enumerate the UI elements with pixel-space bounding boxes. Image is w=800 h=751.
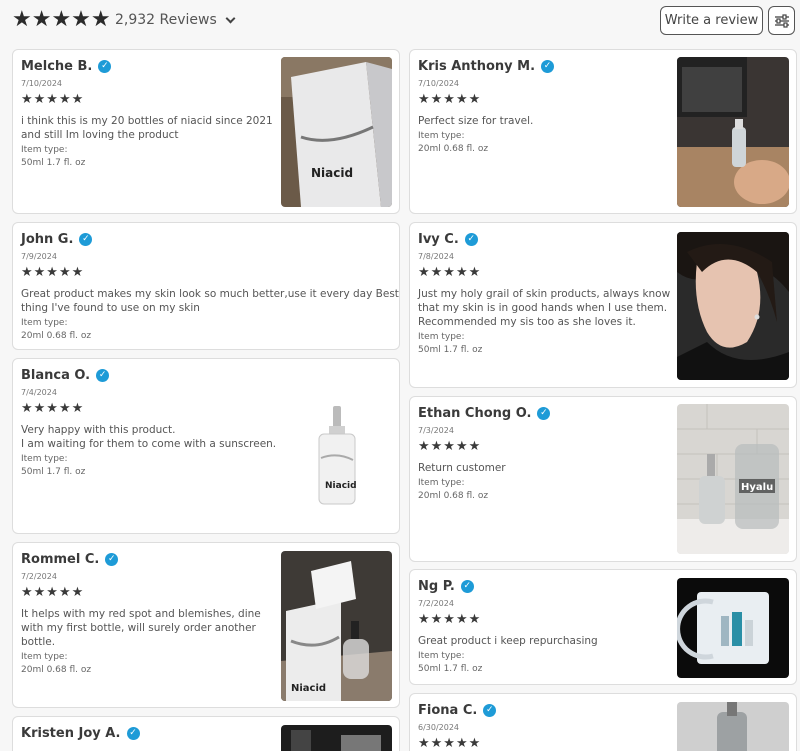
- review-date: 7/2/2024: [21, 572, 57, 581]
- verified-badge-icon: ✓: [105, 553, 119, 566]
- review-stars: ★★★★★: [418, 265, 482, 280]
- item-type-value: 50ml 1.7 fl. oz: [418, 664, 483, 674]
- item-type-label: Item type:: [418, 332, 465, 342]
- review-text: Very happy with this product. I am waiti…: [21, 424, 277, 450]
- verified-badge-icon: ✓: [483, 704, 497, 717]
- svg-text:Niacid: Niacid: [325, 481, 357, 491]
- review-card[interactable]: Ng P. ✓ 7/2/2024 ★★★★★ Great product i ke…: [409, 569, 797, 685]
- review-photo[interactable]: Hyalu: [677, 404, 789, 554]
- review-text: i think this is my 20 bottles of niacid …: [21, 115, 273, 141]
- reviewer-name: Kristen Joy A.: [21, 726, 121, 741]
- review-count-dropdown[interactable]: 2,932 Reviews: [115, 12, 236, 28]
- review-stars: ★★★★★: [21, 92, 85, 107]
- review-stars: ★★★★★: [418, 439, 482, 454]
- reviewer-name: Ethan Chong O.: [418, 406, 532, 421]
- review-card[interactable]: Melche B. ✓ 7/10/2024 ★★★★★ i think this …: [12, 49, 400, 214]
- write-review-button[interactable]: Write a review: [660, 6, 763, 35]
- review-photo[interactable]: [677, 578, 789, 678]
- item-type-value: 50ml 1.7 fl. oz: [21, 158, 86, 168]
- verified-badge-icon: ✓: [96, 369, 110, 382]
- verified-badge-icon: ✓: [541, 60, 555, 73]
- reviewer-name: Kris Anthony M.: [418, 59, 536, 74]
- review-card[interactable]: Blanca O. ✓ 7/4/2024 ★★★★★ Very happy wit…: [12, 358, 400, 534]
- reviewer-name: Fiona C.: [418, 703, 478, 718]
- item-type-label: Item type:: [21, 652, 68, 662]
- item-type-label: Item type:: [21, 145, 68, 155]
- reviewer-name: Melche B.: [21, 59, 93, 74]
- review-card[interactable]: Ethan Chong O. ✓ 7/3/2024 ★★★★★ Return cu…: [409, 396, 797, 562]
- sliders-icon: [774, 13, 789, 28]
- verified-badge-icon: ✓: [460, 580, 474, 593]
- review-photo[interactable]: Niacid: [281, 368, 392, 526]
- review-photo[interactable]: [677, 57, 789, 207]
- svg-text:Niacid: Niacid: [311, 166, 353, 180]
- review-date: 6/30/2024: [418, 723, 460, 732]
- reviewer-name: Ng P.: [418, 579, 455, 594]
- review-card[interactable]: Rommel C. ✓ 7/2/2024 ★★★★★ It helps with …: [12, 542, 400, 708]
- review-photo[interactable]: Niacid: [281, 551, 392, 701]
- item-type-label: Item type:: [21, 318, 68, 328]
- review-date: 7/10/2024: [21, 79, 63, 88]
- svg-text:Hyalu: Hyalu: [741, 482, 773, 493]
- verified-badge-icon: ✓: [464, 233, 478, 246]
- item-type-value: 20ml 0.68 fl. oz: [418, 491, 489, 501]
- item-type-value: 20ml 0.68 fl. oz: [21, 665, 92, 675]
- verified-badge-icon: ✓: [537, 407, 551, 420]
- review-card[interactable]: Kristen Joy A. ✓: [12, 716, 400, 751]
- review-stars: ★★★★★: [418, 736, 482, 751]
- item-type-label: Item type:: [418, 131, 465, 141]
- review-text: Just my holy grail of skin products, alw…: [418, 288, 671, 328]
- overall-rating-stars: ★★★★★: [12, 7, 111, 32]
- item-type-value: 20ml 0.68 fl. oz: [21, 331, 92, 341]
- svg-text:Niacid: Niacid: [291, 683, 326, 694]
- reviewer-name: Rommel C.: [21, 552, 100, 567]
- reviewer-name: John G.: [21, 232, 74, 247]
- review-card[interactable]: Ivy C. ✓ 7/8/2024 ★★★★★ Just my holy grai…: [409, 222, 797, 388]
- review-text: It helps with my red spot and blemishes,…: [21, 608, 261, 648]
- review-text: Perfect size for travel.: [418, 115, 534, 127]
- verified-badge-icon: ✓: [126, 727, 140, 740]
- review-date: 7/4/2024: [21, 388, 57, 397]
- item-type-label: Item type:: [418, 651, 465, 661]
- item-type-label: Item type:: [418, 478, 465, 488]
- filter-button[interactable]: [768, 6, 795, 35]
- item-type-value: 20ml 0.68 fl. oz: [418, 144, 489, 154]
- review-photo[interactable]: [677, 232, 789, 380]
- review-date: 7/8/2024: [418, 252, 454, 261]
- item-type-label: Item type:: [21, 454, 68, 464]
- review-photo[interactable]: [677, 702, 789, 751]
- review-text: Return customer: [418, 462, 506, 474]
- item-type-value: 50ml 1.7 fl. oz: [418, 345, 483, 355]
- review-card[interactable]: Fiona C. ✓ 6/30/2024 ★★★★★: [409, 693, 797, 751]
- review-photo[interactable]: [281, 725, 392, 751]
- review-date: 7/2/2024: [418, 599, 454, 608]
- chevron-down-icon: [225, 13, 236, 23]
- review-stars: ★★★★★: [21, 585, 85, 600]
- review-stars: ★★★★★: [418, 92, 482, 107]
- review-stars: ★★★★★: [21, 401, 85, 416]
- reviewer-name: Blanca O.: [21, 368, 91, 383]
- review-stars: ★★★★★: [418, 612, 482, 627]
- reviewer-name: Ivy C.: [418, 232, 459, 247]
- reviews-header: ★★★★★ 2,932 Reviews Write a review: [0, 0, 800, 42]
- verified-badge-icon: ✓: [79, 233, 93, 246]
- review-card[interactable]: John G. ✓ 7/9/2024 ★★★★★ Great product ma…: [12, 222, 400, 350]
- review-date: 7/9/2024: [21, 252, 57, 261]
- review-date: 7/10/2024: [418, 79, 460, 88]
- review-text: Great product makes my skin look so much…: [21, 288, 399, 314]
- review-stars: ★★★★★: [21, 265, 85, 280]
- item-type-value: 50ml 1.7 fl. oz: [21, 467, 86, 477]
- verified-badge-icon: ✓: [98, 60, 112, 73]
- review-count-label: 2,932 Reviews: [115, 12, 217, 28]
- review-date: 7/3/2024: [418, 426, 454, 435]
- review-card[interactable]: Kris Anthony M. ✓ 7/10/2024 ★★★★★ Perfect…: [409, 49, 797, 214]
- review-photo[interactable]: Niacid: [281, 57, 392, 207]
- review-text: Great product i keep repurchasing: [418, 635, 598, 647]
